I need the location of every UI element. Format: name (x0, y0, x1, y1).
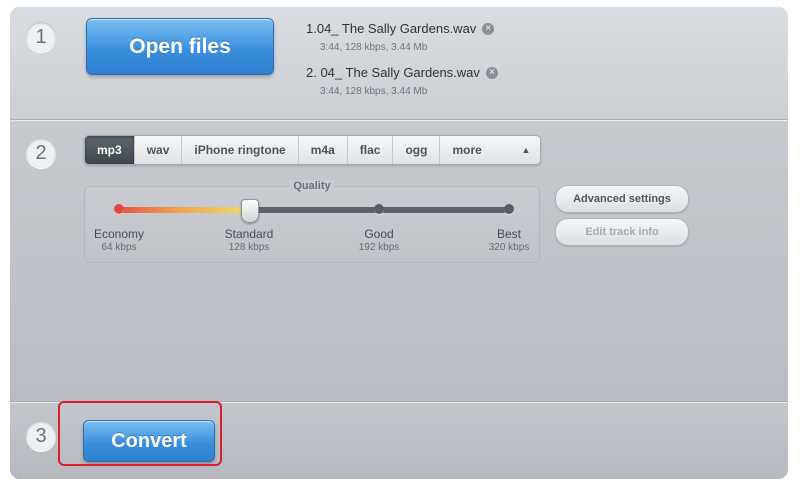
format-more-label: more (452, 143, 482, 157)
level-bitrate: 64 kbps (101, 242, 137, 253)
section-divider (10, 120, 788, 121)
file-list-item: 1.04_ The Sally Gardens.wav × 3:44, 128 k… (306, 20, 495, 53)
remove-file-icon[interactable]: × (485, 66, 498, 79)
up-down-arrows-icon: ▲▼ (521, 145, 531, 155)
quality-stop-good[interactable] (374, 204, 384, 214)
remove-file-icon[interactable]: × (482, 22, 495, 35)
quality-slider-track[interactable] (119, 207, 509, 213)
convert-highlight-outline (58, 401, 222, 466)
format-tab-mp3[interactable]: mp3 (85, 136, 134, 164)
quality-label-good: Good 192 kbps (334, 227, 424, 253)
advanced-settings-button[interactable]: Advanced settings (555, 185, 689, 213)
level-bitrate: 192 kbps (358, 242, 400, 253)
format-tab-iphone-ringtone[interactable]: iPhone ringtone (181, 136, 297, 164)
format-tab-m4a[interactable]: m4a (297, 136, 347, 164)
quality-slider-box: Quality Economy 64 kbps Standard 128 kbp… (84, 180, 540, 263)
file-list-item: 2. 04_ The Sally Gardens.wav × 3:44, 128 … (306, 64, 498, 97)
level-name: Best (496, 227, 521, 241)
level-bitrate: 320 kbps (488, 242, 530, 253)
level-name: Standard (224, 227, 274, 241)
format-tab-ogg[interactable]: ogg (392, 136, 439, 164)
quality-stop-best[interactable] (504, 204, 514, 214)
quality-slider-knob[interactable] (241, 199, 259, 223)
step-number-3: 3 (26, 421, 56, 451)
file-meta: 3:44, 128 kbps, 3.44 Mb (320, 42, 428, 53)
quality-label-best: Best 320 kbps (464, 227, 554, 253)
quality-label-economy: Economy 64 kbps (74, 227, 164, 253)
file-name: 1.04_ The Sally Gardens.wav (306, 21, 477, 36)
quality-label-standard: Standard 128 kbps (204, 227, 294, 253)
step-number-1: 1 (26, 22, 56, 52)
level-name: Economy (93, 227, 145, 241)
edit-track-info-button[interactable]: Edit track info (555, 218, 689, 246)
format-tab-flac[interactable]: flac (346, 136, 393, 164)
level-bitrate: 128 kbps (228, 242, 270, 253)
format-selector: mp3 wav iPhone ringtone m4a flac ogg mor… (84, 135, 542, 165)
quality-slider-fill (119, 207, 249, 213)
open-files-button[interactable]: Open files (86, 18, 274, 75)
quality-title: Quality (85, 180, 539, 192)
format-more-dropdown[interactable]: more ▲▼ (439, 136, 540, 164)
file-name: 2. 04_ The Sally Gardens.wav (306, 65, 480, 80)
step-number-2: 2 (26, 138, 56, 168)
format-tab-wav[interactable]: wav (133, 136, 182, 164)
quality-stop-economy[interactable] (114, 204, 124, 214)
file-meta: 3:44, 128 kbps, 3.44 Mb (320, 86, 428, 97)
level-name: Good (364, 227, 394, 241)
